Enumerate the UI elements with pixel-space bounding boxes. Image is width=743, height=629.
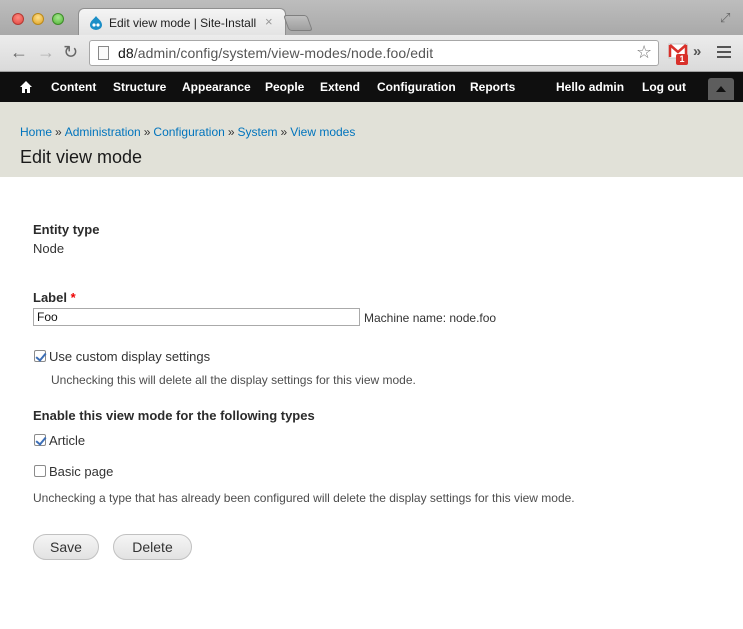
- new-tab-button[interactable]: [283, 15, 313, 31]
- required-marker: *: [70, 290, 76, 305]
- breadcrumb-view-modes[interactable]: View modes: [290, 125, 355, 139]
- custom-display-label[interactable]: Use custom display settings: [49, 349, 210, 364]
- toolbar-item-structure[interactable]: Structure: [113, 80, 166, 94]
- tab-close-icon[interactable]: ×: [265, 14, 273, 29]
- tab-title: Edit view mode | Site-Install: [109, 16, 257, 30]
- entity-type-value: Node: [33, 241, 65, 256]
- forward-arrow-icon[interactable]: →: [37, 42, 55, 63]
- breadcrumb: Home» Administration» Configuration» System…: [20, 125, 356, 139]
- toolbar-item-people[interactable]: People: [265, 80, 304, 94]
- type-article-label[interactable]: Article: [49, 433, 85, 448]
- tab-strip: Edit view mode | Site-Install × ⤢: [0, 0, 743, 36]
- page-header: Home» Administration» Configuration» System…: [0, 102, 743, 177]
- type-basic-page-checkbox[interactable]: [34, 465, 46, 477]
- label-field-label: Label *: [33, 290, 76, 305]
- back-arrow-icon[interactable]: ←: [10, 42, 28, 63]
- browser-tab[interactable]: Edit view mode | Site-Install ×: [78, 8, 286, 36]
- bookmark-star-icon[interactable]: ☆: [636, 42, 652, 63]
- logout-link[interactable]: Log out: [642, 80, 686, 94]
- toolbar-item-extend[interactable]: Extend: [320, 80, 360, 94]
- label-input[interactable]: [33, 308, 360, 326]
- types-heading: Enable this view mode for the following …: [33, 408, 315, 423]
- fullscreen-icon[interactable]: ⤢: [720, 10, 734, 25]
- extensions-chevron-icon[interactable]: »: [693, 43, 701, 60]
- url-text[interactable]: d8/admin/config/system/view-modes/node.f…: [118, 45, 433, 61]
- page-title: Edit view mode: [20, 147, 143, 167]
- entity-type-label: Entity type: [33, 222, 100, 237]
- user-greeting[interactable]: Hello admin: [556, 80, 624, 94]
- edit-view-mode-form: Entity type Node Label * Machine name: n…: [0, 177, 743, 629]
- admin-toolbar: Content Structure Appearance People Exte…: [0, 72, 743, 102]
- page-icon: [98, 46, 109, 60]
- breadcrumb-configuration[interactable]: Configuration: [153, 125, 224, 139]
- types-description: Unchecking a type that has already been …: [33, 491, 575, 505]
- custom-display-description: Unchecking this will delete all the disp…: [51, 373, 416, 387]
- address-bar[interactable]: d8/admin/config/system/view-modes/node.f…: [89, 40, 659, 66]
- browser-menu-icon[interactable]: [717, 46, 731, 61]
- delete-button[interactable]: Delete: [113, 534, 192, 560]
- breadcrumb-administration[interactable]: Administration: [65, 125, 141, 139]
- breadcrumb-system[interactable]: System: [238, 125, 278, 139]
- toolbar-item-appearance[interactable]: Appearance: [182, 80, 251, 94]
- toolbar-item-content[interactable]: Content: [51, 80, 96, 94]
- minimize-window-icon[interactable]: [32, 13, 44, 25]
- type-basic-page-label[interactable]: Basic page: [49, 464, 113, 479]
- save-button[interactable]: Save: [33, 534, 99, 560]
- drupal-drop-icon: [90, 16, 102, 30]
- type-article-checkbox[interactable]: [34, 434, 46, 446]
- toolbar-item-configuration[interactable]: Configuration: [377, 80, 456, 94]
- gmail-unread-badge: 1: [676, 54, 688, 65]
- toolbar-orientation-toggle[interactable]: [708, 78, 734, 100]
- browser-chrome: Edit view mode | Site-Install × ⤢ ← → ↻ …: [0, 0, 743, 72]
- browser-toolbar: ← → ↻ d8/admin/config/system/view-modes/…: [0, 35, 743, 72]
- toolbar-item-reports[interactable]: Reports: [470, 80, 515, 94]
- home-icon[interactable]: [20, 81, 32, 93]
- machine-name: Machine name: node.foo: [364, 311, 497, 325]
- breadcrumb-home[interactable]: Home: [20, 125, 52, 139]
- reload-icon[interactable]: ↻: [63, 42, 78, 63]
- zoom-window-icon[interactable]: [52, 13, 64, 25]
- close-window-icon[interactable]: [12, 13, 24, 25]
- custom-display-checkbox[interactable]: [34, 350, 46, 362]
